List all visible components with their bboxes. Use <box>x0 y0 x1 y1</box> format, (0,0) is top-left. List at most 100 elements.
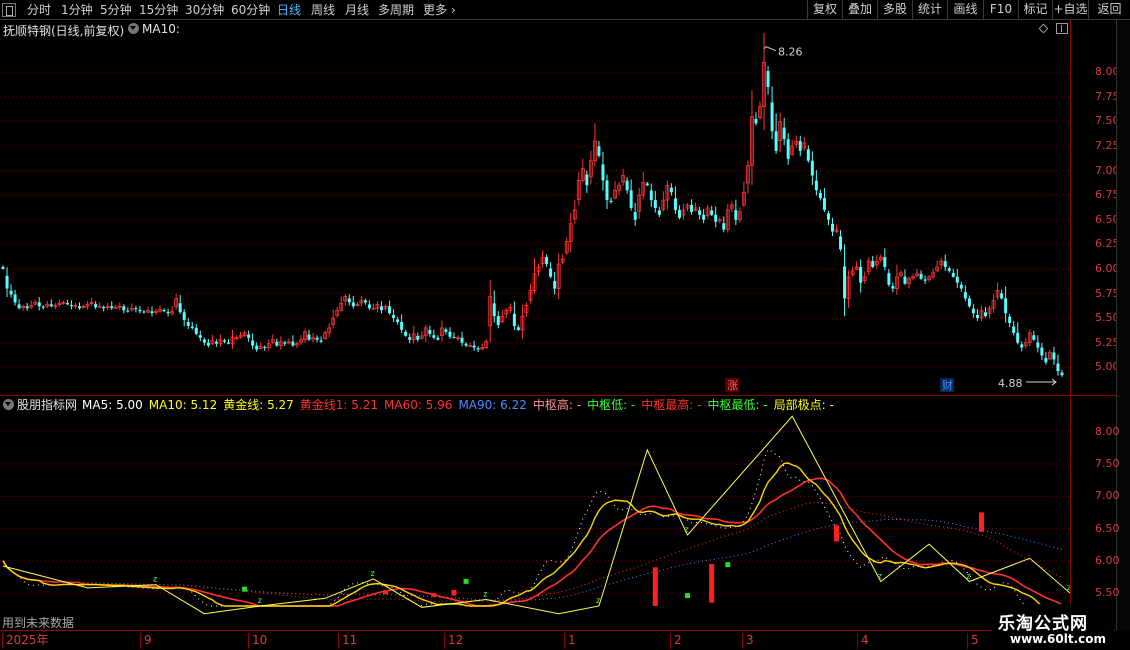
period-tab-5[interactable]: 60分钟 <box>231 2 270 18</box>
candle-body-down <box>1052 352 1056 360</box>
candle-body-down <box>1008 316 1012 323</box>
candle-body-down <box>202 339 206 343</box>
candle-body-down <box>162 309 166 312</box>
candle-body-down <box>190 326 194 328</box>
ma-selector[interactable]: MA10: <box>128 22 180 36</box>
candle-body-down <box>110 306 114 309</box>
candle-body-down <box>1040 347 1044 356</box>
side-panel-strip[interactable] <box>1116 20 1130 630</box>
candle-body-down <box>408 337 412 340</box>
signal-dot <box>463 578 469 584</box>
indicator-value: 黄金线1: 5.21 <box>299 398 379 412</box>
low-price-label: 4.88 <box>998 377 1023 390</box>
candle-body-down <box>677 209 681 218</box>
golden-line <box>2 462 1062 607</box>
action-button-1[interactable]: 叠加 <box>842 0 877 20</box>
candlestick-chart[interactable]: 8.26 4.88 涨 财 抚顺特钢(日线,前复权) MA10: <box>0 20 1070 396</box>
candle-body-down <box>951 272 955 277</box>
candle-body-down <box>657 210 661 215</box>
candle-body-down <box>1 266 5 269</box>
pivot-mark: z <box>153 575 157 584</box>
candle-body-down <box>404 331 408 336</box>
date-tick-label: 5 <box>967 633 979 649</box>
period-tab-6[interactable]: 日线 <box>277 2 301 18</box>
candle-body-down <box>653 200 657 208</box>
date-tick-label: 1 <box>564 633 576 649</box>
action-button-5[interactable]: F10 <box>983 0 1018 20</box>
indicator-name[interactable]: 股朋指标网 <box>17 398 77 412</box>
candle-body-down <box>150 311 154 314</box>
candle-body-down <box>363 300 367 303</box>
stock-title[interactable]: 抚顺特钢(日线,前复权) <box>3 22 124 39</box>
candle-body-down <box>263 346 267 348</box>
candle-body-down <box>810 160 814 176</box>
candle-body-down <box>798 141 802 151</box>
period-tab-7[interactable]: 周线 <box>311 2 335 18</box>
period-tab-3[interactable]: 15分钟 <box>139 2 178 18</box>
candle-body-down <box>814 180 818 191</box>
dropdown-circle-icon[interactable] <box>3 399 14 410</box>
candle-body-down <box>983 312 987 317</box>
candle-body-down <box>400 322 404 330</box>
date-tick-label: 11 <box>338 633 357 649</box>
candle-body-down <box>69 305 73 307</box>
candle-body-down <box>78 306 82 309</box>
period-tab-8[interactable]: 月线 <box>345 2 369 18</box>
period-tab-0[interactable]: 分时 <box>27 2 51 18</box>
date-tick-label: 2 <box>670 633 682 649</box>
candle-body-down <box>396 319 400 323</box>
pivot-mark: z <box>258 596 262 605</box>
candle-body-down <box>307 334 311 340</box>
signal-dot <box>242 586 248 592</box>
candle-body-down <box>959 284 963 289</box>
action-button-4[interactable]: 画线 <box>947 0 983 20</box>
candle-body-down <box>182 312 186 321</box>
candle-body-down <box>609 200 613 203</box>
dropdown-circle-icon[interactable] <box>128 23 139 34</box>
date-tick-label: 4 <box>857 633 869 649</box>
candle-body-down <box>871 261 875 267</box>
candle-body-down <box>142 311 146 313</box>
candle-body-down <box>597 146 601 156</box>
action-button-8[interactable]: 返回 <box>1088 0 1130 20</box>
candle-body-down <box>464 343 468 346</box>
period-tab-4[interactable]: 30分钟 <box>185 2 224 18</box>
candle-body-down <box>432 335 436 338</box>
indicator-value: 局部极点: - <box>773 398 834 412</box>
window-split-icon[interactable] <box>1056 23 1068 34</box>
candle-body-down <box>13 294 17 303</box>
ma90-line <box>83 519 1063 601</box>
indicator-tick-label: 8.00 <box>1095 424 1120 438</box>
candle-body-down <box>49 304 53 307</box>
candle-body-down <box>585 174 589 186</box>
candle-body-down <box>1044 357 1048 363</box>
action-button-6[interactable]: 标记 <box>1018 0 1052 20</box>
candle-body-down <box>283 342 287 344</box>
candle-body-down <box>1056 363 1060 372</box>
action-button-0[interactable]: 复权 <box>807 0 842 20</box>
layout-toggle-icon[interactable] <box>2 3 16 17</box>
candle-body-down <box>690 205 694 212</box>
candle-body-down <box>17 304 21 309</box>
period-tab-2[interactable]: 5分钟 <box>100 2 132 18</box>
indicator-tick-label: 5.50 <box>1095 586 1120 600</box>
candle-body-down <box>178 303 182 313</box>
action-button-3[interactable]: 统计 <box>912 0 947 20</box>
candle-body-down <box>698 210 702 215</box>
indicator-chart[interactable]: zzzzzzzzzz 股朋指标网MA5: 5.00MA10: 5.12黄金线: … <box>0 396 1130 630</box>
future-data-note: 用到未来数据 <box>2 616 75 630</box>
stock-title-text: 抚顺特钢(日线,前复权) <box>3 24 125 38</box>
period-tab-10[interactable]: 更多 › <box>423 2 456 18</box>
candle-body-down <box>955 276 959 283</box>
period-tab-9[interactable]: 多周期 <box>378 2 414 18</box>
action-button-7[interactable]: +自选 <box>1052 0 1088 20</box>
action-button-2[interactable]: 多股 <box>877 0 912 20</box>
candle-body-down <box>859 266 863 283</box>
watermark-title: 乐淘公式网 <box>998 614 1088 634</box>
candle-body-down <box>392 314 396 319</box>
period-tab-1[interactable]: 1分钟 <box>61 2 93 18</box>
candle-body-down <box>1004 298 1008 314</box>
candle-body-down <box>625 180 629 191</box>
candle-body-down <box>774 131 778 151</box>
candle-body-down <box>9 290 13 295</box>
